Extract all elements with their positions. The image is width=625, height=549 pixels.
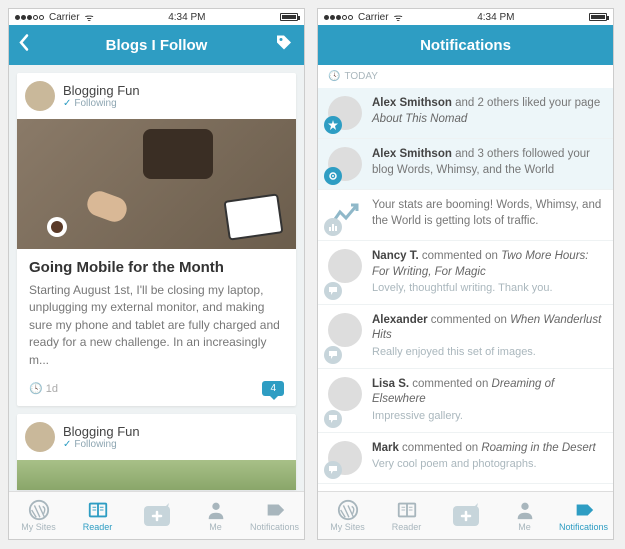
compose-icon	[142, 503, 172, 529]
post-featured-image[interactable]	[17, 119, 296, 249]
comment-icon	[324, 282, 342, 300]
blog-avatar[interactable]	[25, 81, 55, 111]
post-card[interactable]: Blogging Fun ✓Following	[17, 414, 296, 490]
post-time: 🕓 1d	[29, 382, 58, 395]
blog-name[interactable]: Blogging Fun	[63, 83, 140, 98]
notification-text: Alex Smithson and 3 others followed your…	[372, 147, 603, 181]
tab-reader[interactable]: Reader	[377, 492, 436, 539]
follow-status[interactable]: ✓Following	[63, 439, 140, 450]
notification-row[interactable]: Alexander commented on When Wanderlust H…	[318, 305, 613, 369]
wifi-icon: ᯤ	[394, 10, 403, 24]
comment-icon	[324, 461, 342, 479]
comment-count-button[interactable]: 4	[262, 381, 284, 396]
post-header[interactable]: Blogging Fun ✓Following	[17, 73, 296, 119]
reader-content[interactable]: Blogging Fun ✓Following Going Mobile for…	[9, 65, 304, 491]
post-excerpt: Starting August 1st, I'll be closing my …	[29, 282, 284, 369]
avatar[interactable]	[328, 249, 362, 283]
notification-row[interactable]: Your stats are booming! Words, Whimsy, a…	[318, 190, 613, 241]
notification-row[interactable]: Nancy T. commented on Two More Hours: Fo…	[318, 241, 613, 305]
notification-text: Mark commented on Roaming in the DesertV…	[372, 441, 596, 475]
tag-icon[interactable]	[274, 33, 294, 58]
signal-indicator: Carrier ᯤ	[324, 10, 403, 24]
person-icon	[514, 499, 536, 521]
tab-notifications[interactable]: Notifications	[245, 492, 304, 539]
tab-bar: My Sites Reader Me Notifications	[318, 491, 613, 539]
tab-reader[interactable]: Reader	[68, 492, 127, 539]
notification-icon	[573, 499, 595, 521]
follow-status[interactable]: ✓Following	[63, 98, 140, 109]
comment-icon	[324, 346, 342, 364]
wordpress-icon	[28, 499, 50, 521]
blog-name[interactable]: Blogging Fun	[63, 424, 140, 439]
notification-text: Alexander commented on When Wanderlust H…	[372, 313, 603, 360]
tab-new-post[interactable]	[127, 492, 186, 539]
notification-text: Alex Smithson and 2 others liked your pa…	[372, 96, 603, 130]
status-bar: Carrier ᯤ 4:34 PM	[318, 9, 613, 25]
tab-new-post[interactable]	[436, 492, 495, 539]
notification-text: Lisa S. commented on Dreaming of Elsewhe…	[372, 377, 603, 424]
post-card[interactable]: Blogging Fun ✓Following Going Mobile for…	[17, 73, 296, 406]
phone-reader: Carrier ᯤ 4:34 PM Blogs I Follow Bloggin…	[8, 8, 305, 540]
avatar[interactable]	[328, 377, 362, 411]
post-title[interactable]: Going Mobile for the Month	[29, 259, 284, 276]
page-title: Blogs I Follow	[106, 37, 208, 54]
tab-my-sites[interactable]: My Sites	[318, 492, 377, 539]
tab-me[interactable]: Me	[495, 492, 554, 539]
tab-my-sites[interactable]: My Sites	[9, 492, 68, 539]
back-button[interactable]	[17, 34, 31, 57]
tab-notifications[interactable]: Notifications	[554, 492, 613, 539]
notifications-list[interactable]: 🕓 TODAY Alex Smithson and 2 others liked…	[318, 65, 613, 491]
reader-icon	[87, 499, 109, 521]
reader-icon	[396, 499, 418, 521]
notification-text: Nancy T. commented on Two More Hours: Fo…	[372, 249, 603, 296]
notification-row[interactable]: Mark commented on Roaming in the DesertV…	[318, 433, 613, 484]
compose-icon	[451, 503, 481, 529]
status-time: 4:34 PM	[168, 12, 205, 23]
tab-bar: My Sites Reader Me Notifications	[9, 491, 304, 539]
nav-bar: Blogs I Follow	[9, 25, 304, 65]
avatar[interactable]	[328, 313, 362, 347]
bars-icon	[324, 218, 342, 236]
notification-icon	[264, 499, 286, 521]
battery-icon	[280, 13, 298, 21]
star-icon	[324, 116, 342, 134]
wordpress-icon	[337, 499, 359, 521]
post-featured-image[interactable]	[17, 460, 296, 490]
signal-indicator: Carrier ᯤ	[15, 10, 94, 24]
page-title: Notifications	[420, 37, 511, 54]
follow-icon	[324, 167, 342, 185]
notification-text: Your stats are booming! Words, Whimsy, a…	[372, 198, 603, 232]
phone-notifications: Carrier ᯤ 4:34 PM Notifications 🕓 TODAY …	[317, 8, 614, 540]
notification-row[interactable]: Alex Smithson and 2 others liked your pa…	[318, 88, 613, 139]
tab-me[interactable]: Me	[186, 492, 245, 539]
notification-row[interactable]: Lisa S. commented on Dreaming of Elsewhe…	[318, 369, 613, 433]
wifi-icon: ᯤ	[85, 10, 94, 24]
section-header: 🕓 TODAY	[318, 65, 613, 88]
nav-bar: Notifications	[318, 25, 613, 65]
notification-row[interactable]: Alex Smithson and 3 others followed your…	[318, 139, 613, 190]
battery-icon	[589, 13, 607, 21]
status-time: 4:34 PM	[477, 12, 514, 23]
blog-avatar[interactable]	[25, 422, 55, 452]
status-bar: Carrier ᯤ 4:34 PM	[9, 9, 304, 25]
post-header[interactable]: Blogging Fun ✓Following	[17, 414, 296, 460]
person-icon	[205, 499, 227, 521]
comment-icon	[324, 410, 342, 428]
